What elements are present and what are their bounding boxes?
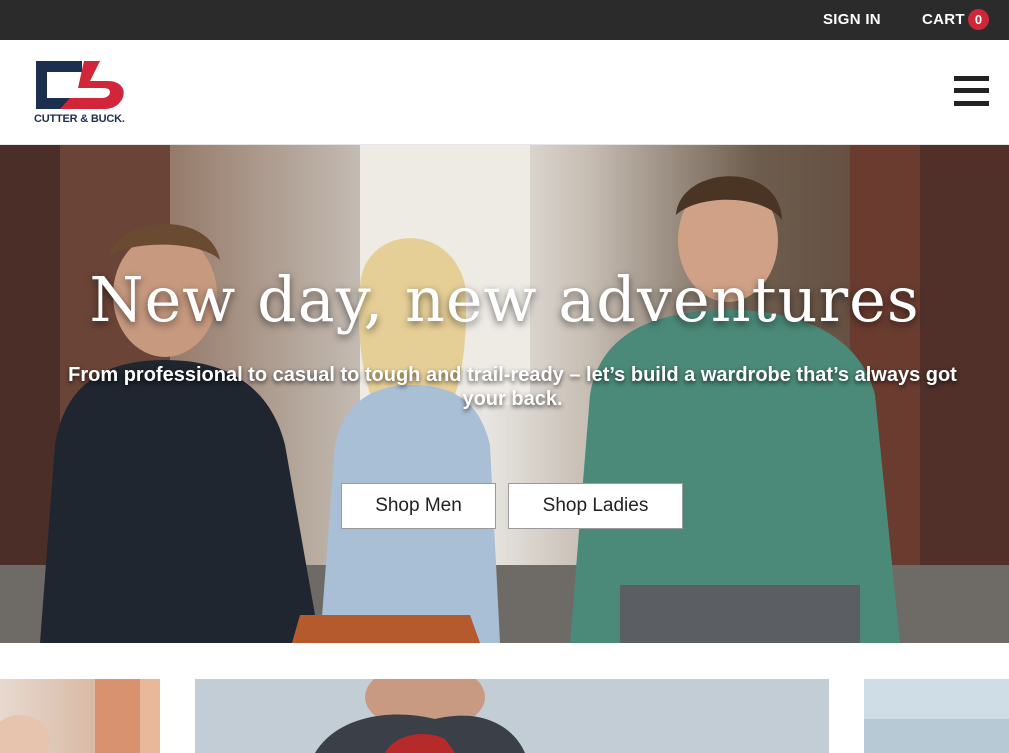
logo-mark-icon (36, 61, 124, 109)
promo-tile-left-image (0, 679, 160, 753)
utility-bar: SIGN IN CART 0 (0, 0, 1009, 40)
promo-tile-center[interactable] (195, 679, 829, 753)
brand-logo[interactable]: CUTTER & BUCK. (34, 59, 132, 125)
site-header: CUTTER & BUCK. (0, 40, 1009, 145)
promo-tile-right[interactable] (864, 679, 1009, 753)
hero-subtitle: From professional to casual to tough and… (68, 364, 957, 410)
hero-title: New day, new adventures (89, 263, 920, 336)
hero-banner: New day, new adventures From professiona… (0, 145, 1009, 643)
brand-name: CUTTER & BUCK. (34, 113, 125, 125)
cart-link[interactable]: CART (922, 11, 965, 28)
promo-tile-right-image (864, 679, 1009, 753)
hamburger-menu-icon[interactable] (954, 76, 989, 106)
cart-count-badge[interactable]: 0 (968, 9, 989, 30)
shop-men-button[interactable]: Shop Men (341, 483, 496, 529)
sign-in-link[interactable]: SIGN IN (823, 11, 881, 28)
promo-tile-center-image (195, 679, 829, 753)
promo-tile-left[interactable] (0, 679, 160, 753)
shop-ladies-button[interactable]: Shop Ladies (508, 483, 683, 529)
